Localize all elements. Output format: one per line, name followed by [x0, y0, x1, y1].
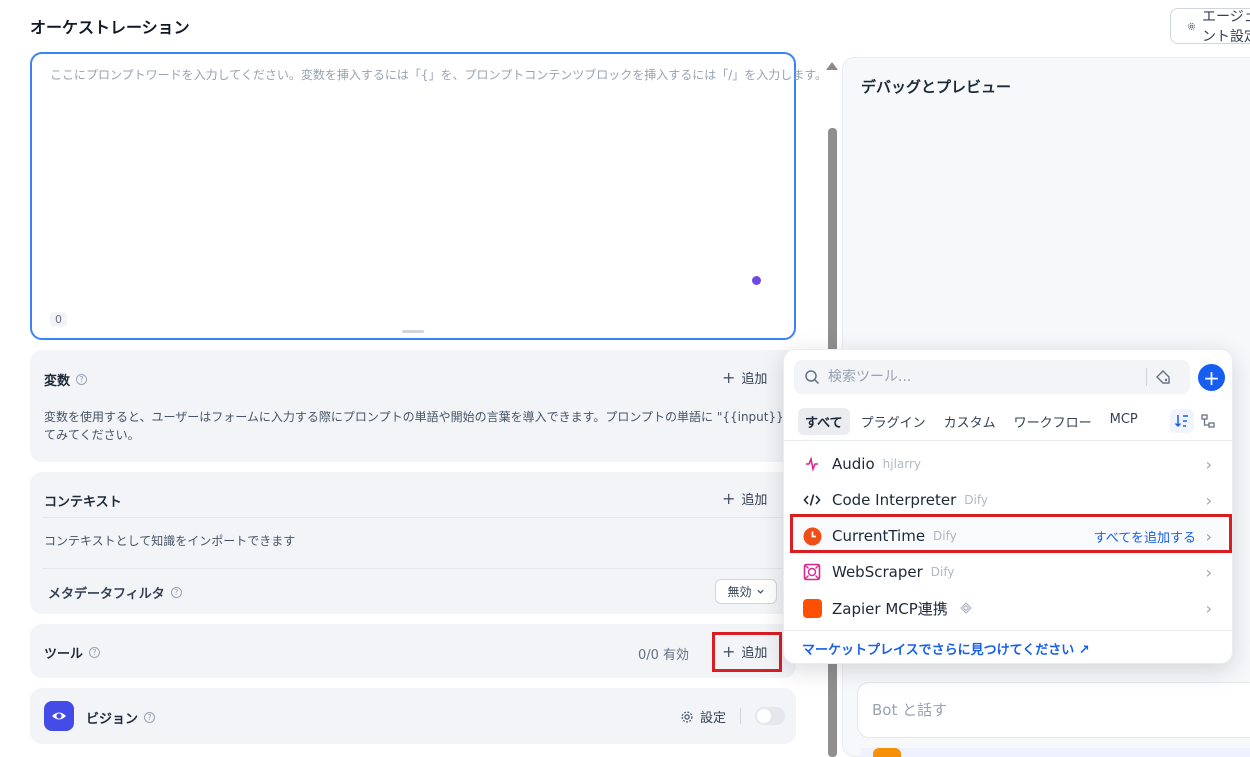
tool-name: Audio	[832, 455, 875, 473]
tree-view-icon[interactable]	[1196, 409, 1220, 433]
tool-author: Dify	[964, 493, 988, 507]
add-context-button[interactable]: + 追加	[722, 489, 767, 508]
search-icon	[805, 370, 820, 385]
divider	[42, 517, 784, 518]
eye-icon	[44, 701, 74, 731]
variables-card: 変数 ? + 追加 変数を使用すると、ユーザーはフォームに入力する際にプロンプト…	[30, 350, 796, 462]
tools-enabled-count: 0/0 有効	[638, 648, 690, 663]
metadata-filter-title: メタデータフィルタ ?	[48, 583, 182, 602]
add-variable-button[interactable]: + 追加	[722, 368, 767, 387]
tool-search-input[interactable]	[828, 369, 1138, 385]
prompt-placeholder: ここにプロンプトワードを入力してください。変数を挿入するには「{」を、プロンプト…	[50, 68, 828, 82]
vision-title-text: ビジョン	[86, 712, 139, 727]
tool-author: hjlarry	[882, 457, 922, 471]
tool-item-audio[interactable]: Audio hjlarry ›	[792, 446, 1226, 482]
tools-title-text: ツール	[44, 647, 84, 662]
tool-item-webscraper[interactable]: WebScraper Dify ›	[792, 554, 1226, 590]
debug-title: デバッグとプレビュー	[861, 78, 1012, 96]
highlight-add-tool	[712, 632, 782, 672]
chevron-right-icon: ›	[1205, 562, 1212, 582]
divider	[784, 440, 1232, 441]
plus-icon: +	[722, 368, 736, 387]
help-icon[interactable]: ?	[76, 374, 88, 385]
chevron-right-icon: ›	[1205, 598, 1212, 618]
gear-icon	[1187, 22, 1196, 30]
agent-settings-button[interactable]: エージェント設定	[1170, 8, 1250, 45]
help-icon[interactable]: ?	[170, 587, 182, 598]
tab-plugins[interactable]: プラグイン	[854, 408, 933, 435]
metadata-filter-label: メタデータフィルタ	[48, 587, 165, 602]
context-description: コンテキストとして知識をインポートできます	[44, 534, 296, 548]
vision-settings-button[interactable]: 設定	[680, 707, 726, 726]
page-title: オーケストレーション	[30, 18, 190, 37]
variables-title-text: 変数	[44, 374, 71, 389]
chevron-right-icon: ›	[1205, 454, 1212, 474]
context-card: コンテキスト + 追加 コンテキストとして知識をインポートできます メタデータフ…	[30, 472, 796, 614]
divider	[42, 568, 784, 569]
tab-mcp[interactable]: MCP	[1103, 408, 1145, 435]
view-toggle-group	[1170, 409, 1220, 433]
status-dot	[752, 276, 761, 285]
tool-author: Dify	[930, 565, 955, 579]
audio-icon	[802, 454, 822, 474]
tools-title: ツール ?	[44, 643, 101, 662]
char-counter: 0	[50, 312, 67, 327]
chat-input[interactable]: Bot と話す	[857, 682, 1250, 738]
divider	[1146, 368, 1147, 386]
scroll-up-arrow[interactable]	[826, 62, 838, 70]
add-context-label: 追加	[741, 493, 768, 508]
zapier-icon	[802, 598, 822, 618]
vision-toggle[interactable]	[755, 707, 785, 725]
web-icon	[802, 562, 822, 582]
vision-title: ビジョン ?	[86, 708, 156, 727]
tab-workflow[interactable]: ワークフロー	[1007, 408, 1099, 435]
mcp-badge-icon	[959, 602, 972, 614]
tool-name: Code Interpreter	[832, 491, 957, 509]
metadata-filter-select[interactable]: 無効	[715, 579, 777, 604]
prompt-editor[interactable]: ここにプロンプトワードを入力してください。変数を挿入するには「{」を、プロンプト…	[30, 52, 827, 340]
vision-card: ビジョン ? 設定	[30, 688, 796, 744]
tool-name: WebScraper	[832, 563, 923, 581]
add-variable-label: 追加	[741, 372, 768, 387]
tool-item-zapier-mcp[interactable]: Zapier MCP連携 ›	[792, 590, 1226, 626]
vision-settings-label: 設定	[700, 711, 727, 726]
chevron-down-icon	[756, 589, 764, 594]
chevron-right-icon: ›	[1205, 490, 1212, 510]
tool-item-code-interpreter[interactable]: Code Interpreter Dify ›	[792, 482, 1226, 518]
create-tool-button[interactable]: +	[1198, 364, 1225, 391]
tool-picker-popup: + すべて プラグイン カスタム ワークフロー MCP Audio hjlarr…	[783, 349, 1233, 664]
help-icon[interactable]: ?	[89, 647, 101, 658]
plus-icon: +	[722, 489, 736, 508]
tool-category-tabs: すべて プラグイン カスタム ワークフロー MCP	[798, 408, 1145, 435]
orange-badge	[873, 748, 901, 757]
tool-search-box	[794, 360, 1190, 394]
chat-footer-strip	[861, 748, 1250, 757]
context-title: コンテキスト	[44, 495, 122, 510]
code-icon	[802, 490, 822, 510]
highlight-currenttime	[790, 514, 1232, 553]
variables-description-line1: 変数を使用すると、ユーザーはフォームに入力する際にプロンプトの単語や開始の言葉を…	[44, 410, 782, 424]
resize-handle[interactable]	[402, 330, 424, 333]
plus-icon: +	[1203, 365, 1220, 390]
marketplace-link[interactable]: マーケットプレイスでさらに見つけてください ↗	[802, 639, 1090, 658]
tab-custom[interactable]: カスタム	[937, 408, 1003, 435]
divider	[740, 708, 741, 724]
gear-icon	[681, 710, 693, 723]
variables-title: 変数 ?	[44, 370, 88, 389]
tag-icon[interactable]	[1155, 369, 1171, 385]
variables-description: 変数を使用すると、ユーザーはフォームに入力する際にプロンプトの単語や開始の言葉を…	[44, 408, 782, 444]
tool-name: Zapier MCP連携	[832, 599, 948, 618]
agent-settings-label: エージェント設定	[1202, 9, 1250, 45]
help-icon[interactable]: ?	[144, 712, 156, 723]
metadata-filter-value: 無効	[727, 585, 752, 599]
variables-description-line2: てみてください。	[44, 428, 140, 442]
sort-list-icon[interactable]	[1170, 409, 1194, 433]
divider	[784, 630, 1232, 631]
tab-all[interactable]: すべて	[798, 408, 850, 435]
tools-card: ツール ? 0/0 有効 + 追加	[30, 624, 796, 678]
